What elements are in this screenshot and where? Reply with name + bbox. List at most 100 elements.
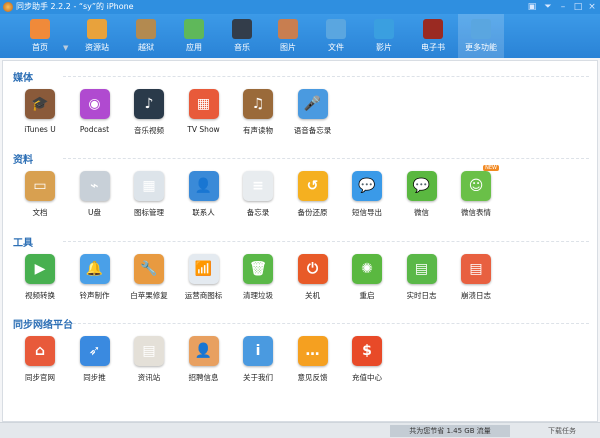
feature-item[interactable]: 💬 短信导出 [340,171,394,218]
feature-icon: ➶ [79,336,110,366]
nav-label: 首页 [32,43,48,52]
minimize-icon[interactable]: – [557,1,569,13]
feature-label: 文档 [32,208,48,217]
feature-icon: ⌁ [79,171,110,201]
nav-icon [326,19,346,39]
feature-item[interactable]: 🗑 清理垃圾 [231,254,285,301]
feature-item[interactable]: ▤ 实时日志 [395,254,449,301]
close-icon[interactable]: × [586,1,598,13]
feature-item[interactable]: ↺ 备份还原 [286,171,340,218]
nav-icon [30,19,50,39]
feature-icon: 🎤 [297,89,328,119]
nav-label: 资源站 [85,43,109,52]
feature-item[interactable]: 🎤 语音备忘录 [286,89,340,136]
maximize-icon[interactable]: □ [572,1,584,13]
feature-item[interactable]: ⏻ 关机 [286,254,340,301]
download-tasks-button[interactable]: 下载任务 [548,425,576,437]
nav-icon [184,19,204,39]
nav-icon [232,19,252,39]
nav-item-4[interactable]: 音乐 [219,14,265,58]
nav-icon [423,19,443,39]
feature-item[interactable]: ➶ 同步推 [68,336,122,383]
feature-icon: ♪ [134,89,164,119]
feature-label: 视频转换 [25,291,55,300]
feature-item[interactable]: 👤 招聘信息 [177,336,231,383]
feature-label: 微信表情 [461,208,491,217]
feature-icon: 👤 [188,171,219,201]
feature-item[interactable]: ▶ 视频转换 [13,254,67,301]
home-dropdown-icon[interactable]: ▼ [63,44,68,52]
section-divider [63,76,589,77]
feature-icon: ◉ [79,89,110,119]
feature-icon: ♫ [243,89,273,119]
feature-label: 有声读物 [243,126,273,135]
feature-item[interactable]: $ 充值中心 [340,336,394,383]
nav-label: 更多功能 [465,43,497,52]
menu-icon[interactable]: ⏷ [542,1,554,13]
feature-icon: $ [352,336,382,366]
feedback-icon[interactable]: ▣ [526,1,538,13]
feature-item[interactable]: ♫ 有声读物 [231,89,285,136]
feature-label: 图标管理 [134,208,164,217]
nav-icon [471,19,491,39]
feature-item[interactable]: 📶 运营商图标 [177,254,231,301]
feature-item[interactable]: ▤ 资讯站 [122,336,176,383]
nav-item-1[interactable]: 资源站 [74,14,120,58]
nav-label: 电子书 [421,43,445,52]
feature-item[interactable]: ≡ 备忘录 [231,171,285,218]
feature-item[interactable]: ▭ 文档 [13,171,67,218]
feature-item[interactable]: ◉ Podcast [68,89,122,134]
feature-label: 崩溃日志 [461,291,491,300]
nav-label: 文件 [328,43,344,52]
feature-label: 充值中心 [352,373,382,382]
nav-item-7[interactable]: 影片 [361,14,407,58]
nav-item-3[interactable]: 应用 [171,14,217,58]
feature-item[interactable]: ▤ 崩溃日志 [449,254,503,301]
feature-item[interactable]: i 关于我们 [231,336,285,383]
traffic-saved: 共为您节省 1.45 GB 流量 [390,425,510,437]
nav-item-9[interactable]: 更多功能 [458,14,504,58]
feature-item[interactable]: ▦ TV Show [177,89,231,134]
feature-label: Podcast [79,125,110,134]
feature-label: 关机 [305,291,320,300]
feature-item[interactable]: 🔔 铃声制作 [68,254,122,301]
feature-label: 同步推 [83,373,106,382]
main-nav: 首页 资源站 越狱 应用 音乐 图片 文件 影片 电子书 更多功能 ▼ [0,14,600,58]
feature-label: 音乐视频 [134,126,164,135]
feature-label: 联系人 [192,208,215,217]
feature-item[interactable]: ⌂ 同步官网 [13,336,67,383]
nav-item-0[interactable]: 首页 [17,14,63,58]
app-logo-icon [3,2,13,12]
nav-item-5[interactable]: 图片 [265,14,311,58]
nav-item-2[interactable]: 越狱 [123,14,169,58]
feature-icon: 💬 [352,171,382,201]
feature-label: 运营商图标 [184,291,223,300]
nav-item-8[interactable]: 电子书 [410,14,456,58]
section-title: 工具 [13,238,33,249]
feature-item[interactable]: ♪ 音乐视频 [122,89,176,136]
feature-item[interactable]: ▦ 图标管理 [122,171,176,218]
nav-item-6[interactable]: 文件 [313,14,359,58]
feature-item[interactable]: ☺ 微信表情 NEW [449,165,503,218]
feature-icon: ▦ [134,171,164,201]
feature-item[interactable]: ✺ 重启 [340,254,394,301]
feature-icon: ↺ [297,171,328,201]
feature-item[interactable]: 🔧 白苹果修复 [122,254,176,301]
feature-item[interactable]: ⌁ U盘 [68,171,122,218]
feature-label: 资讯站 [137,373,161,382]
nav-icon [87,19,107,39]
feature-item[interactable]: 👤 联系人 [177,171,231,218]
feature-label: TV Show [187,125,220,134]
feature-label: 招聘信息 [188,373,219,382]
feature-item[interactable]: 💬 微信 [395,171,449,218]
feature-icon: 🔧 [134,254,164,284]
feature-label: 关于我们 [243,373,273,382]
nav-label: 越狱 [138,43,154,52]
feature-icon: ☺ [461,171,491,201]
feature-label: 短信导出 [352,208,382,217]
feature-icon: ⏻ [297,254,328,284]
nav-label: 应用 [186,43,202,52]
feature-item[interactable]: 🎓 iTunes U [13,89,67,134]
feature-item[interactable]: … 意见反馈 [286,336,340,383]
feature-icon: ▤ [461,254,491,284]
